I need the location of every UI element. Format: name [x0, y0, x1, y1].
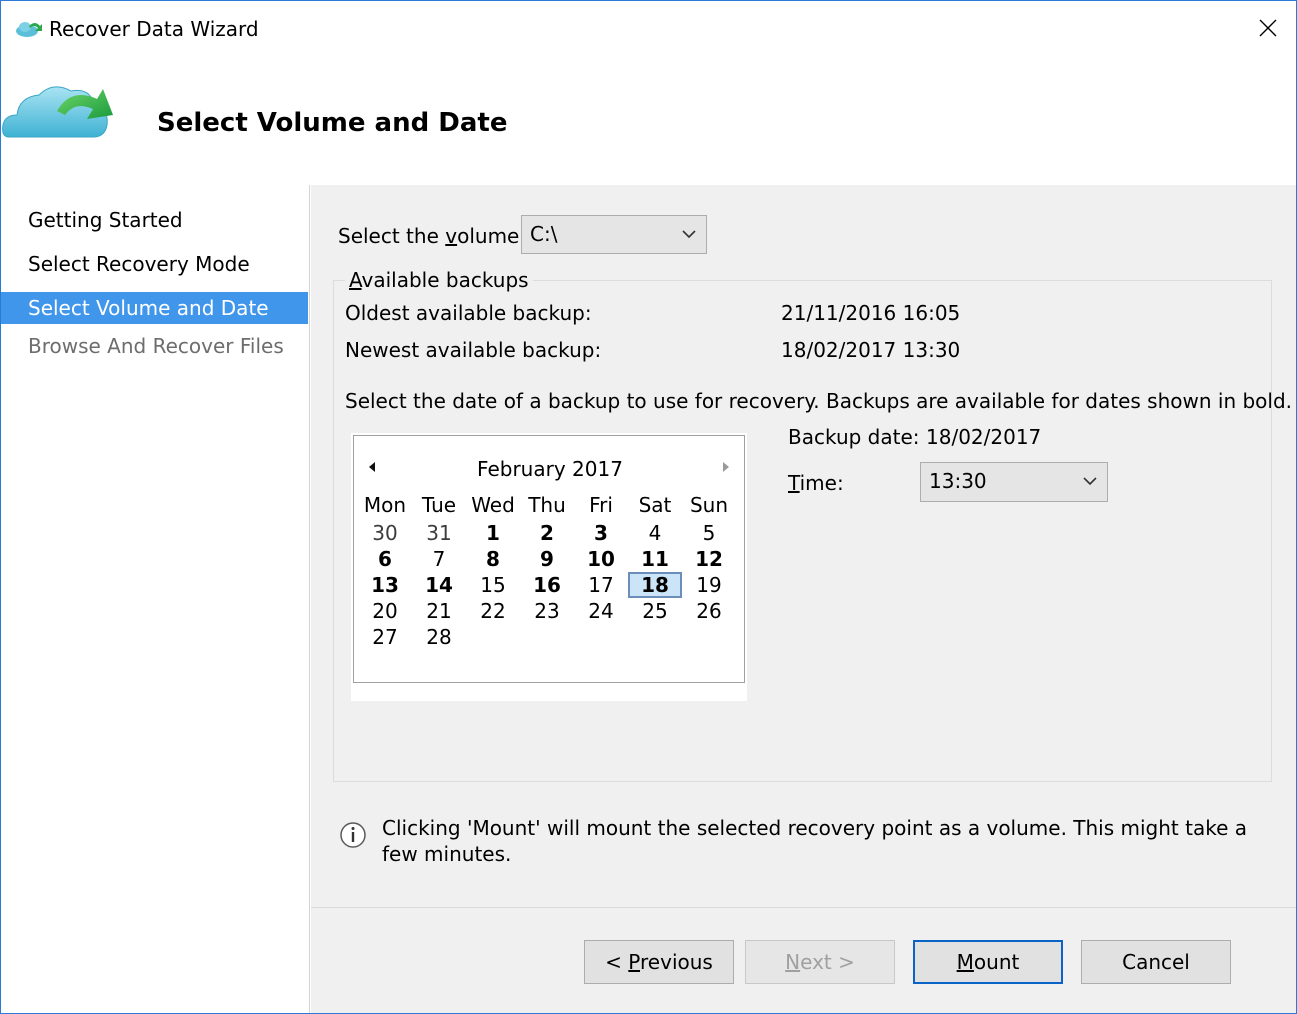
previous-button[interactable]: < Previous	[584, 940, 734, 984]
window-title: Recover Data Wizard	[49, 17, 259, 41]
newest-backup-value: 18/02/2017 13:30	[781, 338, 961, 362]
wizard-window: Recover Data Wizard Select Volume and Da…	[0, 0, 1297, 1014]
date-selection-instruction: Select the date of a backup to use for r…	[345, 389, 1293, 413]
calendar-day[interactable]: 27	[358, 624, 412, 650]
calendar-day[interactable]: 7	[412, 546, 466, 572]
group-title-rest: vailable backups	[361, 268, 529, 292]
calendar-day[interactable]: 16	[520, 572, 574, 598]
calendar-day[interactable]: 4	[628, 520, 682, 546]
weekday-header: Sat	[638, 493, 672, 517]
mount-button[interactable]: Mount	[913, 940, 1063, 984]
calendar-day[interactable]: 3	[574, 520, 628, 546]
calendar-day[interactable]: 6	[358, 546, 412, 572]
month-calendar[interactable]: February 2017 Mon Tue Wed Thu Fri Sat Sun 30 31 1…	[353, 435, 745, 683]
weekday-header: Wed	[471, 493, 515, 517]
calendar-day[interactable]: 5	[682, 520, 736, 546]
oldest-backup-label: Oldest available backup:	[345, 301, 592, 325]
nav-step-getting-started[interactable]: Getting Started	[1, 204, 308, 236]
calendar-day[interactable]: 22	[466, 598, 520, 624]
calendar-month-label[interactable]: February 2017	[354, 456, 746, 482]
time-select[interactable]: 13:30	[920, 462, 1108, 502]
calendar-day[interactable]: 19	[682, 572, 736, 598]
calendar-day[interactable]: 1	[466, 520, 520, 546]
calendar-day[interactable]: 31	[412, 520, 466, 546]
calendar-day[interactable]: 24	[574, 598, 628, 624]
weekday-header: Fri	[589, 493, 613, 517]
calendar-container: February 2017 Mon Tue Wed Thu Fri Sat Sun 30 31 1…	[351, 433, 747, 701]
info-icon	[340, 822, 366, 848]
weekday-header: Thu	[528, 493, 566, 517]
next-button: Next >	[745, 940, 895, 984]
chevron-down-icon	[1083, 477, 1097, 486]
previous-accel: P	[628, 950, 641, 974]
mount-info-text: Clicking 'Mount' will mount the selected…	[382, 816, 1248, 866]
calendar-day[interactable]: 13	[358, 572, 412, 598]
available-backups-title: Available backups	[345, 267, 533, 293]
cancel-button[interactable]: Cancel	[1081, 940, 1231, 984]
calendar-day[interactable]: 11	[628, 546, 682, 572]
next-month-arrow-icon[interactable]	[720, 460, 732, 474]
calendar-day[interactable]: 20	[358, 598, 412, 624]
volume-label-accel: v	[445, 224, 458, 248]
calendar-day[interactable]: 26	[682, 598, 736, 624]
weekday-header: Tue	[421, 493, 457, 517]
close-button[interactable]	[1240, 1, 1296, 55]
calendar-day[interactable]: 12	[682, 546, 736, 572]
wizard-header: Select Volume and Date	[1, 57, 1296, 185]
weekday-header: Sun	[689, 493, 729, 517]
cloud-app-icon	[16, 22, 42, 37]
volume-select-value: C:\	[530, 222, 558, 246]
calendar-day[interactable]: 17	[574, 572, 628, 598]
calendar-day-selected[interactable]: 18	[628, 572, 682, 598]
calendar-day[interactable]: 8	[466, 546, 520, 572]
weekday-header: Mon	[363, 493, 407, 517]
mount-accel: M	[956, 950, 974, 974]
group-title-accel: A	[349, 268, 362, 292]
calendar-day[interactable]: 15	[466, 572, 520, 598]
time-label-post: ime:	[799, 471, 844, 495]
calendar-day[interactable]: 25	[628, 598, 682, 624]
nav-step-select-recovery-mode[interactable]: Select Recovery Mode	[1, 248, 308, 280]
volume-label-post: olume:	[457, 224, 527, 248]
mount-post: ount	[973, 950, 1020, 974]
calendar-day[interactable]: 21	[412, 598, 466, 624]
backup-date-value: 18/02/2017	[926, 425, 1042, 449]
previous-post: revious	[640, 950, 713, 974]
volume-label-pre: Select the	[338, 224, 446, 248]
newest-backup-label: Newest available backup:	[345, 338, 602, 362]
backup-date-label: Backup date:	[788, 425, 920, 449]
close-icon	[1259, 19, 1277, 37]
calendar-day[interactable]: 14	[412, 572, 466, 598]
nav-step-select-volume-and-date[interactable]: Select Volume and Date	[1, 292, 308, 324]
time-label-accel: T	[788, 471, 800, 495]
time-label: Time:	[788, 470, 844, 496]
calendar-day[interactable]: 9	[520, 546, 574, 572]
next-post: ext >	[800, 950, 855, 974]
wizard-footer: < Previous Next > Mount Cancel	[311, 907, 1296, 1013]
previous-pre: <	[605, 950, 629, 974]
calendar-day[interactable]: 28	[412, 624, 466, 650]
calendar-day[interactable]: 2	[520, 520, 574, 546]
page-title: Select Volume and Date	[157, 108, 508, 138]
oldest-backup-value: 21/11/2016 16:05	[781, 301, 961, 325]
volume-select[interactable]: C:\	[521, 215, 707, 254]
content-panel: Select the volume: C:\ Available backups…	[311, 185, 1296, 907]
calendar-day[interactable]: 10	[574, 546, 628, 572]
calendar-day[interactable]: 23	[520, 598, 574, 624]
cloud-recovery-icon	[2, 86, 113, 138]
nav-step-browse-and-recover-files: Browse And Recover Files	[28, 334, 284, 358]
calendar-day[interactable]: 30	[358, 520, 412, 546]
title-bar[interactable]: Recover Data Wizard	[1, 1, 1296, 57]
next-accel: N	[785, 950, 801, 974]
time-select-value: 13:30	[929, 469, 987, 493]
wizard-steps-nav: Getting Started Select Recovery Mode Sel…	[1, 185, 310, 1013]
volume-label: Select the volume:	[338, 223, 526, 249]
chevron-down-icon	[682, 230, 696, 239]
